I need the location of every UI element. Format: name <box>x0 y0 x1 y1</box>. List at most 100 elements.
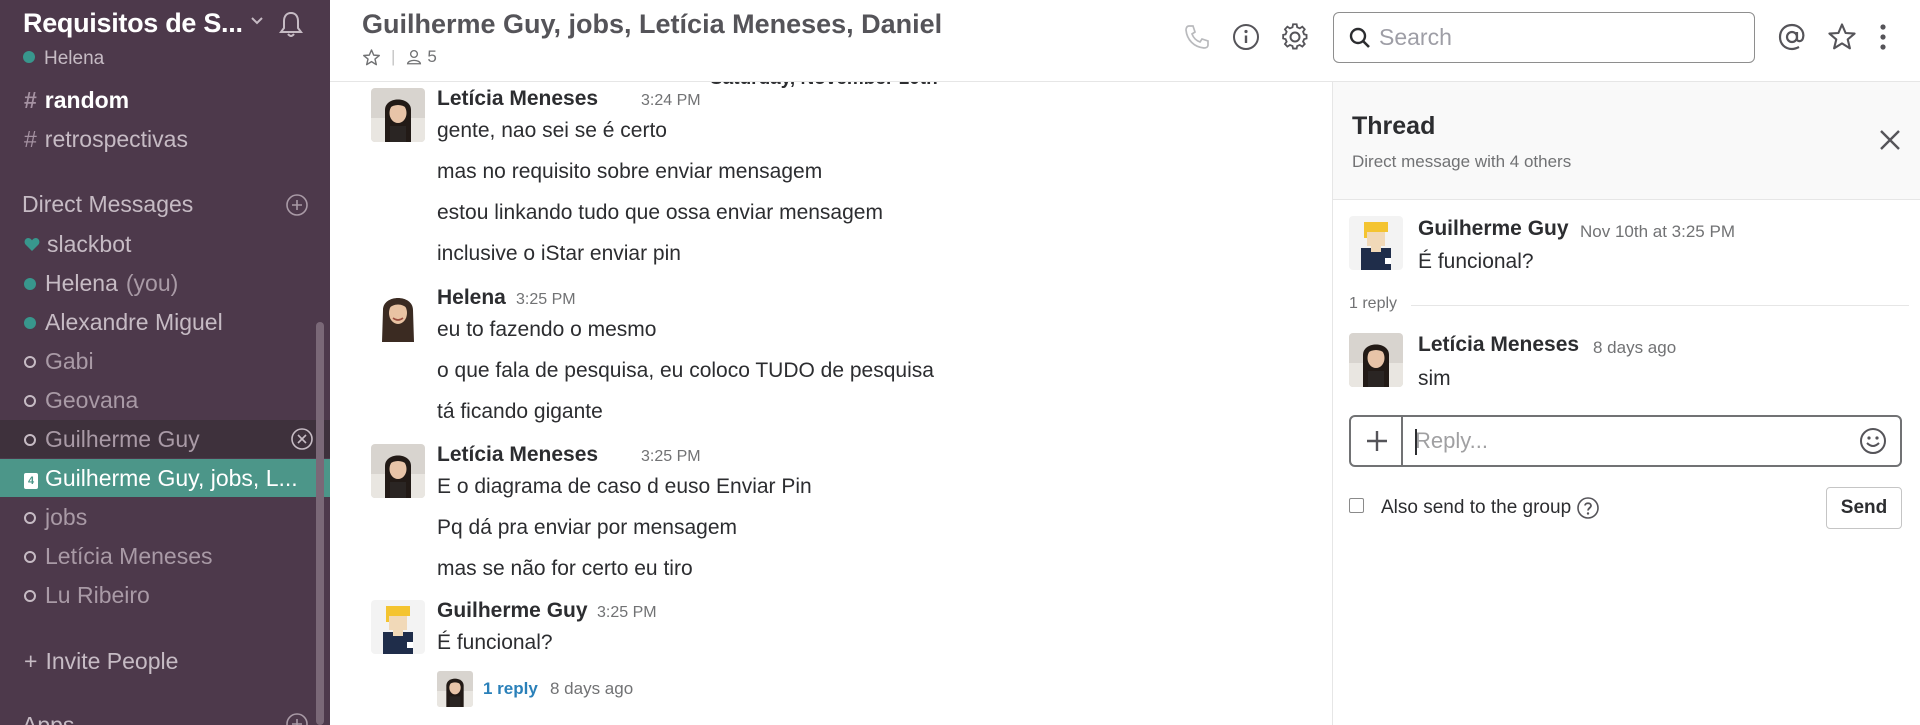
dm-label: Gabi <box>45 348 94 374</box>
avatar[interactable] <box>371 444 425 498</box>
current-user-name: Helena <box>44 48 105 69</box>
mention-icon[interactable] <box>1777 22 1807 52</box>
presence-offline-icon <box>24 356 36 368</box>
reply-time[interactable]: 8 days ago <box>1593 338 1676 358</box>
bell-icon[interactable] <box>276 9 306 39</box>
sidebar-item-gabi[interactable]: Gabi <box>0 342 330 380</box>
message-text: Pq dá pra enviar por mensagem <box>437 516 737 539</box>
chevron-down-icon[interactable] <box>250 14 264 28</box>
plus-icon <box>1367 431 1387 451</box>
member-count[interactable]: 5 <box>427 47 436 67</box>
sidebar-item-lu-ribeiro[interactable]: Lu Ribeiro <box>0 576 330 614</box>
message-time[interactable]: 3:24 PM <box>641 92 701 110</box>
sidebar-item-guilherme-guy[interactable]: Guilherme Guy <box>0 420 330 458</box>
sidebar: Requisitos de S... Helena # random # retro… <box>0 0 330 725</box>
also-send-checkbox[interactable] <box>1349 497 1364 513</box>
add-circle-icon[interactable] <box>285 193 309 217</box>
add-circle-icon[interactable] <box>285 712 309 725</box>
day-label[interactable]: Saturday, November 10th <box>694 82 954 90</box>
search-input[interactable] <box>1379 19 1739 55</box>
reply-text: sim <box>1418 367 1451 390</box>
search-box[interactable] <box>1333 12 1755 63</box>
message-author[interactable]: Helena <box>437 286 506 310</box>
phone-icon[interactable] <box>1182 22 1212 52</box>
starred-items-icon[interactable] <box>1827 22 1857 52</box>
invite-people-link[interactable]: + Invite People <box>0 642 330 680</box>
presence-offline-icon <box>24 512 36 524</box>
sidebar-item-geovana[interactable]: Geovana <box>0 381 330 419</box>
attach-button[interactable] <box>1351 417 1403 465</box>
avatar[interactable] <box>1349 333 1403 387</box>
close-icon[interactable] <box>1877 127 1903 153</box>
divider: | <box>391 47 396 66</box>
search-icon <box>1349 27 1370 48</box>
also-send-label[interactable]: Also send to the group <box>1381 497 1571 519</box>
replies-count: 1 reply <box>1349 295 1412 313</box>
sidebar-item-leticia-meneses[interactable]: Letícia Meneses <box>0 537 330 575</box>
message-time[interactable]: 3:25 PM <box>597 604 657 622</box>
star-icon[interactable] <box>362 48 381 67</box>
dm-label: Lu Ribeiro <box>45 582 150 608</box>
dm-label: Alexandre Miguel <box>45 309 223 335</box>
dm-label: Helena <box>45 270 118 296</box>
channel-label: random <box>44 87 130 113</box>
thread-title: Thread <box>1352 112 1436 140</box>
info-icon[interactable] <box>1231 22 1261 52</box>
heart-icon <box>24 238 40 251</box>
gear-icon[interactable] <box>1280 22 1310 52</box>
message-text: gente, nao sei se é certo <box>437 119 667 142</box>
message-text: eu to fazendo o mesmo <box>437 318 657 341</box>
reply-input[interactable] <box>1415 425 1835 457</box>
avatar[interactable] <box>1349 216 1403 270</box>
channel-title[interactable]: Guilherme Guy, jobs, Letícia Meneses, Da… <box>362 9 942 40</box>
reply-avatar[interactable] <box>437 671 473 707</box>
divider <box>1349 305 1909 306</box>
apps-heading[interactable]: Apps <box>22 712 74 725</box>
team-name[interactable]: Requisitos de S... <box>23 8 243 39</box>
thread-parent-text: É funcional? <box>1418 250 1534 273</box>
sidebar-item-helena[interactable]: Helena (you) <box>0 264 330 302</box>
presence-offline-icon <box>24 434 36 446</box>
thread-reply-link[interactable]: 1 reply <box>483 679 538 699</box>
sidebar-item-alexandre-miguel[interactable]: Alexandre Miguel <box>0 303 330 341</box>
help-icon[interactable] <box>1576 496 1600 520</box>
direct-messages-heading[interactable]: Direct Messages <box>22 191 193 218</box>
thread-reply-time: 8 days ago <box>550 679 634 698</box>
thread-subtitle[interactable]: Direct message with 4 others <box>1352 152 1571 172</box>
member-icon[interactable] <box>405 48 423 66</box>
more-vertical-icon[interactable] <box>1878 22 1888 52</box>
sidebar-item-slackbot[interactable]: slackbot <box>0 225 330 263</box>
sidebar-item-group-dm[interactable]: 4 Guilherme Guy, jobs, L... <box>0 459 330 497</box>
thread-parent-time[interactable]: Nov 10th at 3:25 PM <box>1580 222 1735 242</box>
message-text: mas se não for certo eu tiro <box>437 557 693 580</box>
message-author[interactable]: Guilherme Guy <box>437 599 588 623</box>
team-header[interactable]: Requisitos de S... <box>0 0 330 50</box>
thread-parent-author[interactable]: Guilherme Guy <box>1418 217 1569 241</box>
sidebar-item-random[interactable]: # random <box>0 81 330 119</box>
message-author[interactable]: Letícia Meneses <box>437 443 598 467</box>
send-button[interactable]: Send <box>1826 487 1902 529</box>
message-author[interactable]: Letícia Meneses <box>437 87 598 111</box>
message-time[interactable]: 3:25 PM <box>641 448 701 466</box>
reply-author[interactable]: Letícia Meneses <box>1418 333 1579 357</box>
reply-composer[interactable] <box>1349 415 1902 467</box>
avatar[interactable] <box>371 288 425 342</box>
presence-online-icon <box>24 278 36 290</box>
presence-offline-icon <box>24 590 36 602</box>
close-circle-icon[interactable] <box>290 427 314 451</box>
sidebar-scrollbar[interactable] <box>316 322 324 725</box>
also-send-option[interactable]: Also send to the group <box>1349 496 1600 520</box>
avatar[interactable] <box>371 600 425 654</box>
thread-header: Thread Direct message with 4 others <box>1333 82 1920 200</box>
message-text: mas no requisito sobre enviar mensagem <box>437 160 823 183</box>
dm-label: slackbot <box>47 231 132 257</box>
current-user[interactable]: Helena <box>23 48 104 70</box>
presence-offline-icon <box>24 551 36 563</box>
emoji-icon[interactable] <box>1859 427 1887 455</box>
dm-label: Guilherme Guy <box>45 426 200 452</box>
avatar[interactable] <box>371 88 425 142</box>
sidebar-item-retrospectivas[interactable]: # retrospectivas <box>0 120 330 158</box>
sidebar-item-jobs[interactable]: jobs <box>0 498 330 536</box>
message-time[interactable]: 3:25 PM <box>516 291 576 309</box>
channel-header: Guilherme Guy, jobs, Letícia Meneses, Da… <box>330 0 1920 82</box>
